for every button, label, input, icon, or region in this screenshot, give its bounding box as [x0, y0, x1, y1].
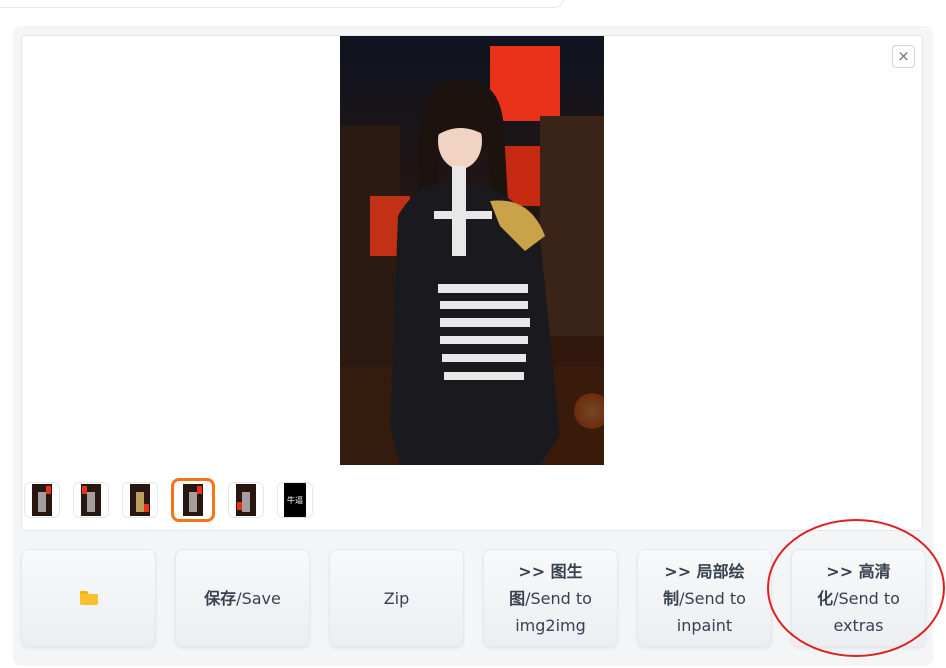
- img2img-label-rest: /Send to img2img: [515, 588, 592, 635]
- close-preview-button[interactable]: ×: [892, 45, 915, 68]
- thumbnail-strip: 牛逼: [24, 478, 313, 522]
- prompt-input-edge[interactable]: [0, 0, 564, 8]
- thumbnail-4-selected[interactable]: [171, 478, 215, 522]
- image-gallery: × 牛逼: [21, 35, 923, 531]
- send-to-inpaint-button[interactable]: >> 局部绘制/Send to inpaint: [637, 549, 772, 647]
- inpaint-label-rest: /Send to inpaint: [676, 588, 746, 635]
- extras-label-rest: /Send to extras: [833, 588, 900, 635]
- zip-button[interactable]: Zip: [329, 549, 464, 647]
- preview-image[interactable]: [340, 36, 604, 465]
- inpaint-label: >> 局部绘制/Send to inpaint: [652, 558, 757, 639]
- send-to-img2img-button[interactable]: >> 图生图/Send to img2img: [483, 549, 618, 647]
- img2img-label: >> 图生图/Send to img2img: [498, 558, 603, 639]
- thumbnail-2[interactable]: [73, 482, 109, 518]
- folder-icon: [79, 591, 98, 605]
- save-label-rest: /Save: [236, 588, 281, 608]
- thumbnail-3[interactable]: [122, 482, 158, 518]
- action-buttons: 保存/Save Zip >> 图生图/Send to img2img >> 局部…: [21, 549, 926, 647]
- thumbnail-5[interactable]: [228, 482, 264, 518]
- extras-label: >> 高清化/Send to extras: [806, 558, 911, 639]
- open-folder-button[interactable]: [21, 549, 156, 647]
- close-icon: ×: [897, 47, 910, 65]
- send-to-extras-button[interactable]: >> 高清化/Send to extras: [791, 549, 926, 647]
- save-label: 保存/Save: [204, 585, 281, 612]
- thumbnail-1[interactable]: [24, 482, 60, 518]
- thumbnail-6-text: 牛逼: [284, 483, 306, 517]
- save-label-bold: 保存: [204, 588, 237, 608]
- save-button[interactable]: 保存/Save: [175, 549, 310, 647]
- thumbnail-6[interactable]: 牛逼: [277, 482, 313, 518]
- zip-label: Zip: [383, 588, 410, 608]
